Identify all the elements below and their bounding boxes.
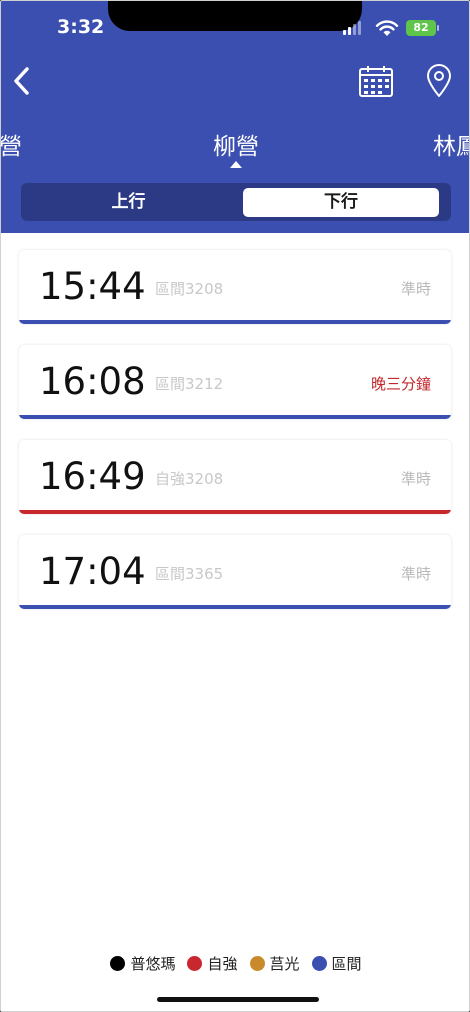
legend-label: 區間	[331, 955, 362, 973]
legend-item: 普悠瑪	[110, 953, 175, 974]
train-code: 區間3208	[155, 280, 224, 298]
train-status: 晚三分鐘	[370, 375, 431, 393]
legend-label: 莒光	[269, 955, 300, 973]
train-type-legend: 普悠瑪 自強 莒光 區間	[1, 953, 469, 974]
signal-icon	[343, 21, 361, 35]
train-status: 準時	[400, 565, 431, 583]
train-code: 區間3365	[155, 565, 224, 583]
train-card[interactable]: 16:49 自強3208 準時	[19, 440, 451, 514]
train-card[interactable]: 15:44 區間3208 準時	[19, 250, 451, 324]
battery-level: 82	[413, 21, 429, 34]
train-type-bar	[19, 320, 451, 324]
legend-label: 自強	[207, 955, 238, 973]
train-time: 17:04	[39, 550, 146, 593]
train-card[interactable]: 17:04 區間3365 準時	[19, 535, 451, 609]
train-time: 16:08	[39, 360, 146, 403]
legend-item: 莒光	[249, 953, 300, 974]
station-next[interactable]: 林鳳	[433, 127, 469, 161]
legend-item: 自強	[187, 953, 238, 974]
app-screen: 3:32 82 營 柳營 林 上行 下行 15:44 區間3208 準時 16:…	[0, 0, 470, 1012]
legend-dot-icon	[110, 956, 126, 971]
train-code: 區間3212	[155, 375, 224, 393]
back-button[interactable]	[7, 63, 37, 99]
legend-dot-icon	[311, 956, 327, 971]
header: 3:32 82 營 柳營 林 上行 下行	[1, 1, 469, 233]
location-pin-icon[interactable]	[424, 63, 454, 99]
battery-icon: 82	[406, 20, 436, 36]
train-status: 準時	[400, 280, 431, 298]
train-card[interactable]: 16:08 區間3212 晚三分鐘	[19, 345, 451, 419]
train-type-bar	[19, 510, 451, 514]
status-time: 3:32	[57, 16, 105, 38]
direction-toggle: 上行 下行	[21, 183, 451, 221]
train-code: 自強3208	[155, 470, 224, 488]
device-notch	[108, 1, 362, 31]
legend-item: 區間	[311, 953, 362, 974]
train-time: 16:49	[39, 455, 146, 498]
train-status: 準時	[400, 470, 431, 488]
legend-dot-icon	[187, 956, 203, 971]
wifi-icon	[375, 20, 399, 36]
calendar-icon[interactable]	[358, 64, 394, 98]
direction-down-button[interactable]: 下行	[243, 188, 439, 217]
train-type-bar	[19, 415, 451, 419]
home-indicator[interactable]	[157, 997, 319, 1002]
current-station-caret-icon	[230, 161, 242, 168]
direction-up-button[interactable]: 上行	[21, 183, 236, 221]
train-time: 15:44	[39, 265, 146, 308]
legend-label: 普悠瑪	[130, 955, 176, 973]
station-current: 柳營	[213, 134, 259, 160]
legend-dot-icon	[249, 956, 265, 971]
train-type-bar	[19, 605, 451, 609]
battery-tip	[437, 25, 439, 31]
